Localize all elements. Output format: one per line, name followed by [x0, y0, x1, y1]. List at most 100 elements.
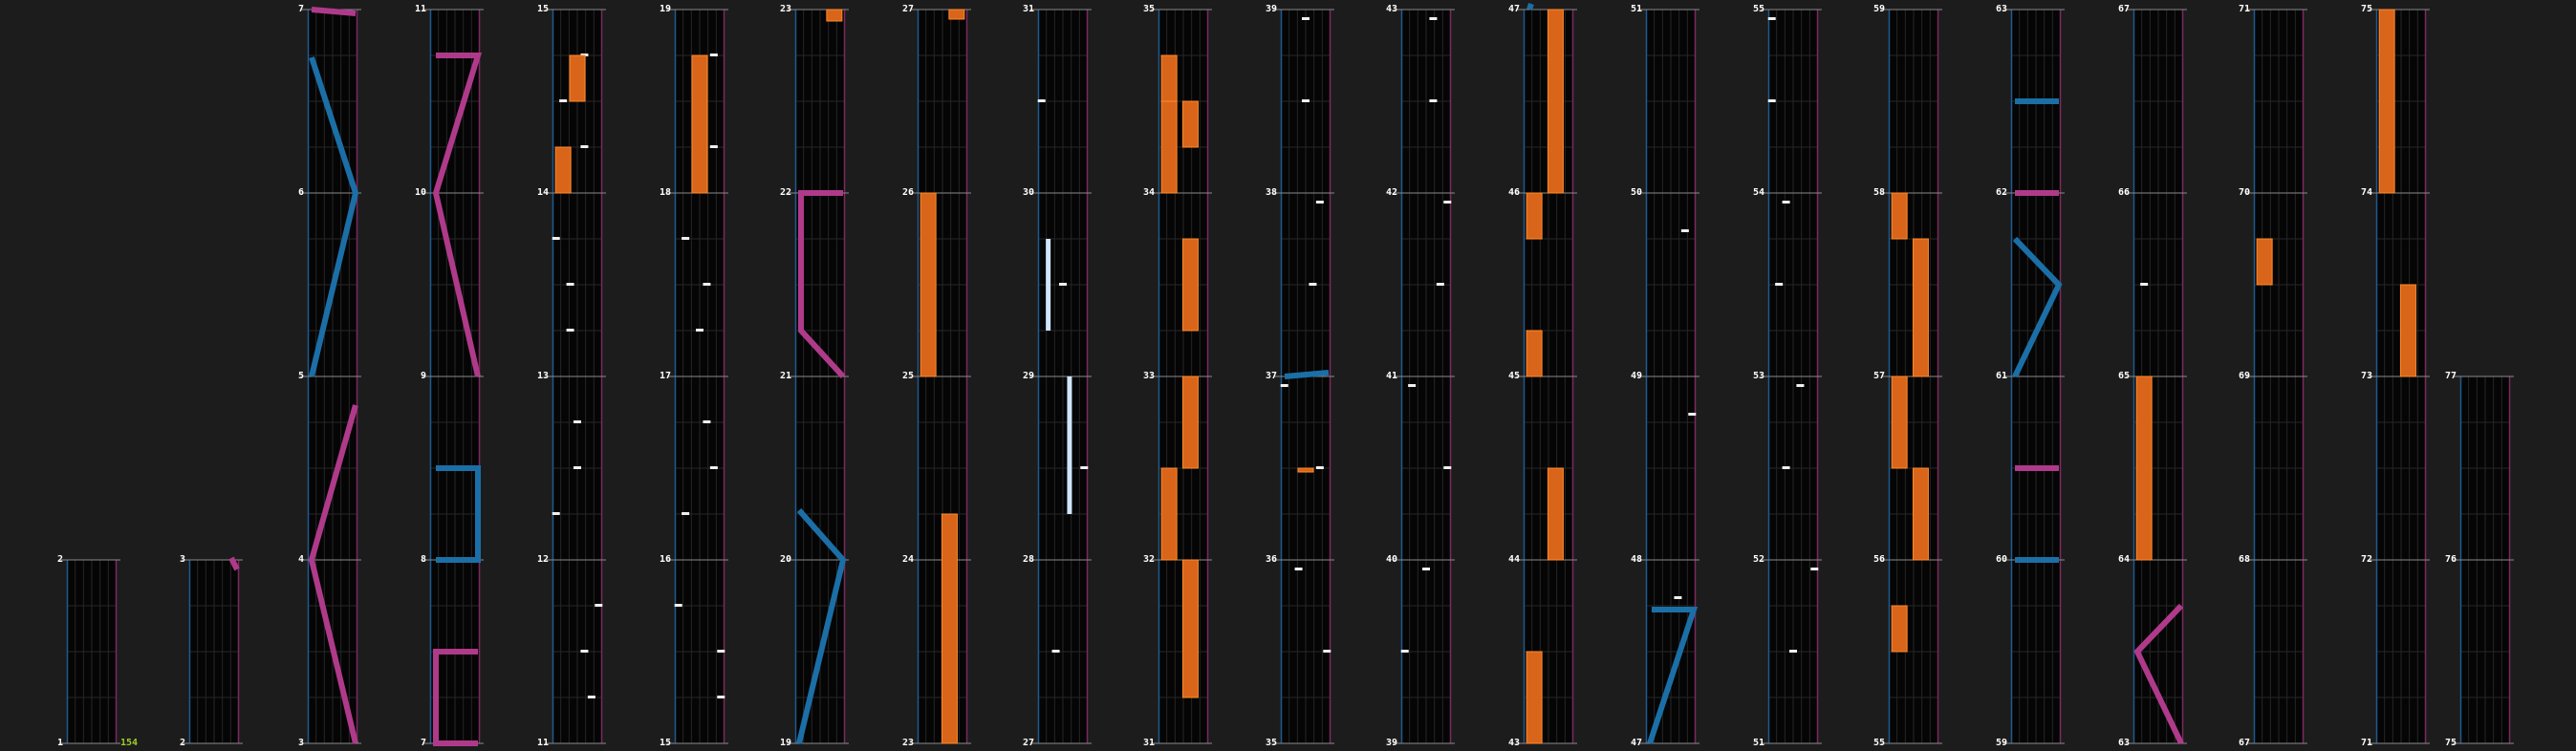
- lane-column[interactable]: [300, 7, 361, 745]
- lane-column[interactable]: [1273, 9, 1334, 745]
- lane-column[interactable]: [910, 9, 971, 745]
- hold-note[interactable]: [1297, 467, 1314, 473]
- tap-note[interactable]: [1443, 466, 1452, 469]
- tap-note[interactable]: [2140, 283, 2149, 286]
- tap-note[interactable]: [574, 420, 581, 423]
- lane-column[interactable]: [2369, 9, 2430, 745]
- tap-note[interactable]: [1280, 384, 1288, 387]
- tap-note[interactable]: [674, 604, 682, 607]
- tap-note[interactable]: [1782, 201, 1790, 204]
- tap-note[interactable]: [587, 696, 595, 698]
- tap-note[interactable]: [1674, 596, 1682, 599]
- tap-note[interactable]: [1302, 17, 1310, 20]
- lane-column[interactable]: [2246, 9, 2307, 745]
- tap-note[interactable]: [709, 145, 718, 148]
- lane-column[interactable]: [1881, 9, 1942, 745]
- tap-note[interactable]: [709, 466, 718, 469]
- hold-note[interactable]: [1160, 100, 1178, 194]
- hold-note[interactable]: [1912, 238, 1929, 377]
- tap-note[interactable]: [682, 237, 690, 240]
- tap-note[interactable]: [1767, 17, 1776, 20]
- flick-note[interactable]: [1067, 376, 1072, 514]
- tap-note[interactable]: [1782, 466, 1790, 469]
- tap-note[interactable]: [1400, 650, 1409, 653]
- tap-note[interactable]: [1422, 568, 1430, 570]
- note-layer[interactable]: [2256, 238, 2273, 286]
- tap-note[interactable]: [1051, 650, 1060, 653]
- lane-column[interactable]: [788, 9, 849, 745]
- tap-note[interactable]: [1436, 283, 1444, 286]
- lane-column[interactable]: [1761, 9, 1822, 745]
- hold-note[interactable]: [569, 54, 586, 102]
- tap-note[interactable]: [1037, 99, 1046, 102]
- blue-slide-note[interactable]: [1284, 370, 1330, 379]
- hold-note[interactable]: [1181, 376, 1199, 469]
- tap-note[interactable]: [703, 420, 711, 423]
- tap-note[interactable]: [1408, 384, 1417, 387]
- tap-note[interactable]: [1302, 99, 1310, 102]
- hold-note[interactable]: [1891, 192, 1908, 240]
- hold-note[interactable]: [554, 146, 572, 194]
- tap-note[interactable]: [566, 329, 574, 332]
- lane-column[interactable]: [1151, 9, 1212, 745]
- lane-column[interactable]: [59, 559, 120, 745]
- hold-note[interactable]: [2378, 9, 2395, 194]
- chart-editor-canvas[interactable]: 1 2 2 3 3 4 5 6 7 7 8 9 10 11 11 12 13 14 15 15 16 17 18 19 19 20…: [0, 0, 2576, 751]
- lane-column[interactable]: [2003, 9, 2065, 745]
- tap-note[interactable]: [1309, 283, 1317, 286]
- hold-note[interactable]: [1181, 100, 1199, 148]
- tap-note[interactable]: [574, 466, 581, 469]
- hold-note[interactable]: [1547, 9, 1564, 194]
- tap-note[interactable]: [682, 512, 690, 515]
- tap-note[interactable]: [1443, 201, 1452, 204]
- tap-note[interactable]: [1315, 201, 1324, 204]
- tap-note[interactable]: [1767, 99, 1776, 102]
- tap-note[interactable]: [1429, 99, 1438, 102]
- tap-note[interactable]: [1315, 466, 1324, 469]
- tap-note[interactable]: [1294, 568, 1303, 570]
- hold-note[interactable]: [2399, 284, 2416, 377]
- blue-slide-note[interactable]: [1526, 3, 1534, 11]
- tap-note[interactable]: [595, 604, 603, 607]
- hold-note[interactable]: [920, 192, 937, 377]
- lane-column[interactable]: [1030, 9, 1092, 745]
- tap-note[interactable]: [559, 99, 568, 102]
- tap-note[interactable]: [1323, 650, 1331, 653]
- hold-note[interactable]: [1526, 330, 1543, 377]
- hold-note[interactable]: [691, 54, 708, 194]
- lane-column[interactable]: [545, 9, 606, 745]
- lane-column[interactable]: [1516, 3, 1577, 745]
- hold-note[interactable]: [826, 9, 843, 22]
- lane-column[interactable]: [1394, 9, 1455, 745]
- tap-note[interactable]: [1789, 650, 1797, 653]
- hold-note[interactable]: [2135, 376, 2153, 561]
- lane-column[interactable]: [2126, 9, 2187, 745]
- tap-note[interactable]: [709, 54, 718, 56]
- lane-column[interactable]: [667, 9, 728, 745]
- tap-note[interactable]: [1688, 413, 1697, 416]
- tap-note[interactable]: [1796, 384, 1805, 387]
- pink-slide-note[interactable]: [311, 7, 357, 16]
- lane-column[interactable]: [182, 556, 243, 745]
- tap-note[interactable]: [1810, 568, 1819, 570]
- hold-note[interactable]: [1912, 467, 1929, 561]
- tap-note[interactable]: [703, 283, 711, 286]
- tap-note[interactable]: [552, 512, 560, 515]
- tap-note[interactable]: [1775, 283, 1784, 286]
- hold-note[interactable]: [1181, 559, 1199, 698]
- lane-column[interactable]: [2453, 376, 2514, 745]
- tap-note[interactable]: [566, 283, 574, 286]
- hold-note[interactable]: [1526, 192, 1543, 240]
- tap-note[interactable]: [580, 145, 589, 148]
- hold-note[interactable]: [1160, 54, 1178, 102]
- tap-note[interactable]: [580, 650, 589, 653]
- hold-note[interactable]: [1891, 376, 1908, 469]
- lane-column[interactable]: [1638, 9, 1699, 745]
- tap-note[interactable]: [717, 650, 725, 653]
- lane-column[interactable]: [422, 9, 484, 746]
- tap-note[interactable]: [1429, 17, 1438, 20]
- tap-note[interactable]: [696, 329, 704, 332]
- tap-note[interactable]: [717, 696, 725, 698]
- hold-note[interactable]: [1181, 238, 1199, 332]
- hold-note[interactable]: [1160, 467, 1178, 561]
